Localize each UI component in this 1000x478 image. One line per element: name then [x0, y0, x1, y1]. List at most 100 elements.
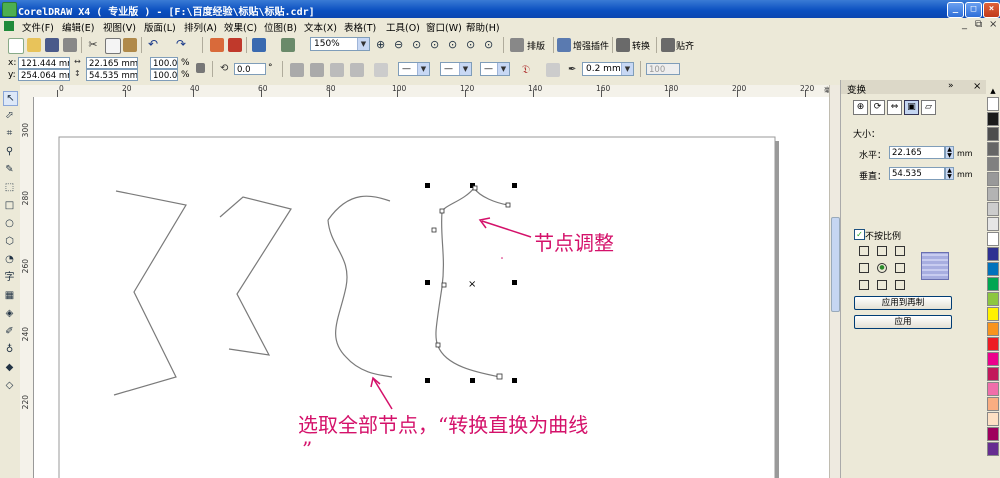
- color-swatch[interactable]: [987, 292, 999, 306]
- menu-bitmaps[interactable]: 位图(B): [264, 20, 297, 34]
- mdi-restore-button[interactable]: ⧉: [975, 19, 982, 30]
- mdi-close-button[interactable]: ×: [989, 19, 997, 30]
- save-icon[interactable]: [45, 38, 59, 52]
- y-position-field[interactable]: 254.064 mm: [18, 69, 70, 81]
- application-launcher-icon[interactable]: [252, 38, 266, 52]
- lock-icon[interactable]: [196, 63, 205, 73]
- mirror-horizontal-icon[interactable]: [290, 63, 304, 77]
- scale-tab-icon[interactable]: ⇔: [887, 100, 902, 115]
- horizontal-spinner[interactable]: ▲ ▼: [945, 146, 954, 159]
- color-swatch[interactable]: [987, 397, 999, 411]
- zoom-out-icon[interactable]: ⊖: [394, 38, 408, 52]
- end-arrow-select[interactable]: — ▼: [480, 62, 510, 76]
- color-swatch[interactable]: [987, 382, 999, 396]
- menu-view[interactable]: 视图(V): [103, 20, 136, 34]
- color-swatch[interactable]: [987, 202, 999, 216]
- drawing-canvas[interactable]: × 节点调整 选取全部节点，“转换直换为曲线 ”: [34, 97, 829, 478]
- outline-width-select[interactable]: 0.2 mm ▼: [582, 62, 634, 76]
- line-edit-icon[interactable]: [350, 63, 364, 77]
- mdi-minimize-button[interactable]: _: [962, 19, 967, 30]
- color-swatch[interactable]: [987, 112, 999, 126]
- scrollbar-thumb[interactable]: [831, 217, 840, 312]
- zoom-selected-icon[interactable]: ⊙: [412, 38, 426, 52]
- vertical-ruler[interactable]: 300 280 260 240 220: [20, 97, 34, 478]
- zoom-page-icon[interactable]: ⊙: [448, 38, 462, 52]
- apply-button[interactable]: 应用: [854, 315, 952, 329]
- color-swatch[interactable]: [987, 217, 999, 231]
- color-swatch[interactable]: [987, 127, 999, 141]
- palette-scroll-up-icon[interactable]: ▲: [987, 87, 999, 95]
- zoom-height-icon[interactable]: ⊙: [484, 38, 498, 52]
- color-swatch[interactable]: [987, 367, 999, 381]
- menu-help[interactable]: 帮助(H): [466, 20, 500, 34]
- new-icon[interactable]: [8, 38, 24, 54]
- redo-icon[interactable]: ↷: [176, 37, 190, 51]
- welcome-screen-icon[interactable]: [281, 38, 295, 52]
- scale-y-field[interactable]: 100.0: [150, 69, 178, 81]
- skew-tab-icon[interactable]: ▱: [921, 100, 936, 115]
- color-swatch[interactable]: [987, 232, 999, 246]
- color-swatch[interactable]: [987, 412, 999, 426]
- pick-tool-icon[interactable]: ↖: [3, 91, 18, 106]
- enhance-plugin-button[interactable]: 增强插件: [573, 39, 609, 52]
- basic-shapes-tool-icon[interactable]: ◔: [3, 253, 16, 266]
- menu-window[interactable]: 窗口(W): [426, 20, 462, 34]
- menu-file[interactable]: 文件(F): [22, 20, 54, 34]
- table-tool-icon[interactable]: ▦: [3, 289, 16, 302]
- color-swatch[interactable]: [987, 157, 999, 171]
- open-icon[interactable]: [27, 38, 41, 52]
- menu-edit[interactable]: 编辑(E): [62, 20, 94, 34]
- outline-tool-icon[interactable]: ♁: [3, 343, 16, 356]
- outline-pen-icon[interactable]: [546, 63, 560, 77]
- color-swatch[interactable]: [987, 262, 999, 276]
- polygon-tool-icon[interactable]: ⬡: [3, 235, 16, 248]
- interactive-fill-tool-icon[interactable]: ◇: [3, 379, 16, 392]
- zoom-level-select[interactable]: 150% ▼: [310, 37, 370, 51]
- shape-tool-icon[interactable]: ⬀: [3, 109, 16, 122]
- menu-effects[interactable]: 效果(C): [224, 20, 257, 34]
- anchor-grid[interactable]: ●: [859, 246, 913, 296]
- color-swatch[interactable]: [987, 442, 999, 456]
- size-tab-icon[interactable]: ▣: [904, 100, 919, 115]
- color-swatch[interactable]: [987, 142, 999, 156]
- ellipse-tool-icon[interactable]: ○: [3, 217, 16, 230]
- scale-x-field[interactable]: 100.0: [150, 57, 178, 69]
- text-tool-icon[interactable]: 字: [3, 271, 16, 284]
- color-swatch[interactable]: [987, 187, 999, 201]
- rectangle-tool-icon[interactable]: □: [3, 199, 16, 212]
- color-swatch[interactable]: [987, 307, 999, 321]
- menu-arrange[interactable]: 排列(A): [184, 20, 217, 34]
- crop-tool-icon[interactable]: ⌗: [3, 127, 16, 140]
- export-icon[interactable]: [228, 38, 242, 52]
- nonproportional-checkbox[interactable]: ✓: [854, 229, 865, 240]
- fill-tool-icon[interactable]: ◆: [3, 361, 16, 374]
- color-swatch[interactable]: [987, 247, 999, 261]
- curve-smoothness-field[interactable]: 100: [646, 63, 680, 75]
- docker-collapse-icon[interactable]: »: [948, 81, 954, 91]
- copy-icon[interactable]: [105, 38, 121, 54]
- zoom-in-icon[interactable]: ⊕: [376, 38, 390, 52]
- width-field[interactable]: 22.165 mm: [86, 57, 138, 69]
- node-edit-icon[interactable]: [330, 63, 344, 77]
- color-swatch[interactable]: [987, 277, 999, 291]
- menu-text[interactable]: 文本(X): [304, 20, 337, 34]
- color-swatch[interactable]: [987, 172, 999, 186]
- position-tab-icon[interactable]: ⊕: [853, 100, 868, 115]
- apply-to-duplicate-button[interactable]: 应用到再制: [854, 296, 952, 310]
- outline-style-select[interactable]: — ▼: [440, 62, 472, 76]
- wrap-text-icon[interactable]: [374, 63, 388, 77]
- menu-layout[interactable]: 版面(L): [144, 20, 176, 34]
- rotation-angle-field[interactable]: 0.0: [234, 63, 266, 75]
- maximize-button[interactable]: □: [965, 2, 982, 18]
- import-icon[interactable]: [210, 38, 224, 52]
- color-swatch[interactable]: [987, 97, 999, 111]
- freehand-tool-icon[interactable]: ✎: [3, 163, 16, 176]
- undo-icon[interactable]: ↶: [148, 37, 162, 51]
- horizontal-size-field[interactable]: 22.165: [889, 146, 945, 159]
- color-swatch[interactable]: [987, 322, 999, 336]
- docker-close-icon[interactable]: ×: [973, 81, 981, 92]
- color-swatch[interactable]: [987, 352, 999, 366]
- print-icon[interactable]: [63, 38, 77, 52]
- rotate-tab-icon[interactable]: ⟳: [870, 100, 885, 115]
- convert-plugin-button[interactable]: 转换: [632, 39, 650, 52]
